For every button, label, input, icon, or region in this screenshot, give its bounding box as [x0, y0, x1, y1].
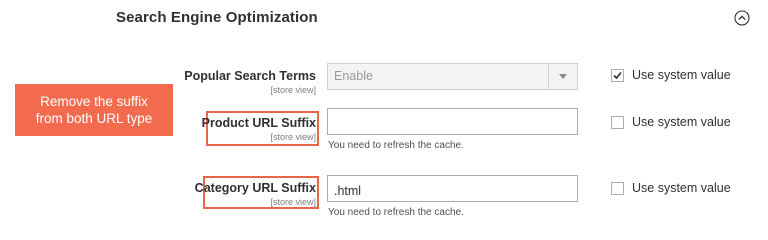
- category-url-suffix-use-system-label[interactable]: Use system value: [632, 181, 731, 195]
- product-url-suffix-label: Product URL Suffix [store view]: [202, 116, 316, 142]
- popular-search-terms-select: Enable: [327, 63, 578, 90]
- product-url-suffix-label-text: Product URL Suffix: [201, 116, 316, 130]
- product-url-suffix-note: You need to refresh the cache.: [328, 140, 464, 151]
- category-url-suffix-use-system-checkbox[interactable]: [611, 182, 624, 195]
- popular-search-terms-scope: [store view]: [270, 85, 316, 95]
- category-url-suffix-label-text: Category URL Suffix: [194, 181, 316, 195]
- popular-search-terms-label: Popular Search Terms [store view]: [184, 69, 316, 95]
- product-url-suffix-use-system-checkbox[interactable]: [611, 116, 624, 129]
- section-title[interactable]: Search Engine Optimization: [116, 9, 318, 26]
- popular-search-terms-label-text: Popular Search Terms: [184, 69, 316, 83]
- popular-search-terms-use-system-checkbox[interactable]: [611, 69, 624, 82]
- product-url-suffix-use-system-label[interactable]: Use system value: [632, 115, 731, 129]
- product-url-suffix-scope: [store view]: [270, 132, 316, 142]
- category-url-suffix-scope: [store view]: [270, 197, 316, 207]
- category-url-suffix-input[interactable]: [327, 175, 578, 202]
- checkmark-icon: [613, 71, 622, 80]
- annotation-callout: Remove the suffix from both URL type: [15, 84, 173, 136]
- category-url-suffix-label: Category URL Suffix [store view]: [195, 181, 316, 207]
- product-url-suffix-input[interactable]: [327, 108, 578, 135]
- dropdown-arrow-icon: [548, 64, 577, 89]
- popular-search-terms-use-system-label[interactable]: Use system value: [632, 68, 731, 82]
- callout-line-2: from both URL type: [35, 111, 153, 126]
- callout-line-1: Remove the suffix: [40, 94, 148, 109]
- category-url-suffix-note: You need to refresh the cache.: [328, 207, 464, 218]
- chevron-up-circle-icon[interactable]: [734, 10, 750, 26]
- popular-search-terms-value: Enable: [334, 69, 373, 83]
- seo-config-section: Search Engine Optimization Remove the su…: [0, 0, 768, 235]
